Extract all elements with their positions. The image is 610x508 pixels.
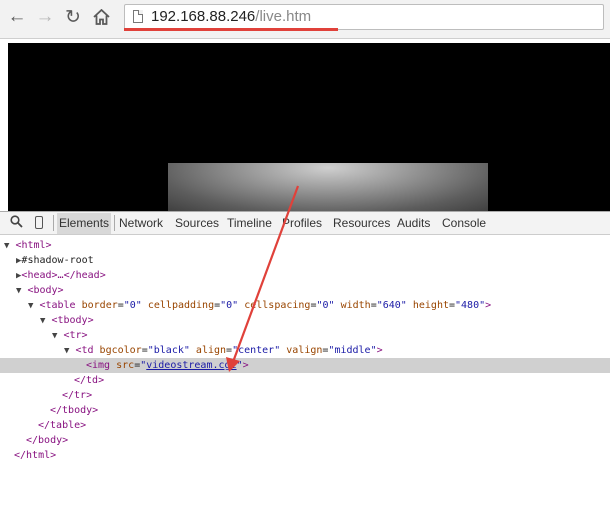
attr-value: "0" — [123, 300, 142, 311]
mobile-device-icon[interactable] — [35, 216, 43, 229]
collapsed-triangle-icon[interactable]: ▶ — [0, 256, 21, 266]
tab-separator — [114, 215, 115, 231]
tag-tbody-open: <tbody> — [51, 315, 94, 326]
dom-node-body-close[interactable]: </body> — [0, 433, 610, 448]
search-icon[interactable] — [10, 215, 23, 231]
dom-node-tr[interactable]: ▼ <tr> — [0, 328, 610, 343]
tag-img-open: <img — [86, 360, 111, 371]
dom-node-img-selected[interactable]: <img src="videostream.cgi"> — [0, 358, 610, 373]
tag-body-close: </body> — [26, 435, 69, 446]
tag-tr-open: <tr> — [63, 330, 88, 341]
attr-name: width — [340, 300, 371, 311]
home-icon[interactable] — [90, 6, 112, 28]
dom-node-body[interactable]: ▼ <body> — [0, 283, 610, 298]
dom-node-tr-close[interactable]: </tr> — [0, 388, 610, 403]
search-icon-glyph — [10, 215, 23, 228]
tag-html-open: <html> — [15, 240, 52, 251]
tag-tr-close: </tr> — [62, 390, 93, 401]
tab-sources[interactable]: Sources — [175, 216, 219, 230]
attr-value: "480" — [455, 300, 486, 311]
tag-table-open: <table — [39, 300, 76, 311]
reload-icon[interactable]: ↻ — [62, 6, 84, 28]
tab-profiles[interactable]: Profiles — [282, 216, 322, 230]
shadow-root-label: #shadow-root — [21, 255, 94, 266]
expanded-triangle-icon[interactable]: ▼ — [0, 331, 57, 341]
attr-name: height — [412, 300, 449, 311]
expanded-triangle-icon[interactable]: ▼ — [0, 241, 9, 251]
dom-node-tbody[interactable]: ▼ <tbody> — [0, 313, 610, 328]
img-src-link[interactable]: videostream.cgi — [146, 360, 236, 371]
attr-name: cellpadding — [147, 300, 215, 311]
attr-name: align — [195, 345, 227, 356]
url-path: /live.htm — [255, 8, 312, 25]
tab-audits[interactable]: Audits — [397, 216, 430, 230]
devtools-tab-bar: Elements Network Sources Timeline Profil… — [0, 211, 610, 235]
tag-head: <head>…</head> — [21, 270, 106, 281]
dom-node-html-close[interactable]: </html> — [0, 448, 610, 463]
home-icon-glyph — [92, 9, 110, 25]
arrow-left-icon[interactable]: ← — [6, 6, 28, 28]
attr-value: "0" — [220, 300, 239, 311]
tab-elements[interactable]: Elements — [57, 213, 112, 234]
dom-node-table-close[interactable]: </table> — [0, 418, 610, 433]
dom-node-html[interactable]: ▼ <html> — [0, 238, 610, 253]
dom-node-shadow-root[interactable]: ▶#shadow-root — [0, 253, 610, 268]
page-viewport — [8, 43, 610, 211]
attr-value: "center" — [232, 345, 281, 356]
tab-console[interactable]: Console — [442, 216, 486, 230]
dom-node-td[interactable]: ▼ <td bgcolor="black" align="center" val… — [0, 343, 610, 358]
tag-td-close: </td> — [74, 375, 105, 386]
tag-html-close: </html> — [14, 450, 57, 461]
tab-separator — [53, 215, 54, 231]
attr-value: "black" — [147, 345, 190, 356]
url-host: 192.168.88.246 — [151, 8, 256, 25]
tab-resources[interactable]: Resources — [333, 216, 390, 230]
tag-tbody-close: </tbody> — [50, 405, 99, 416]
attr-value: "middle" — [328, 345, 377, 356]
url-text[interactable]: 192.168.88.246/live.htm — [151, 8, 311, 25]
attr-value: "0" — [316, 300, 335, 311]
expanded-triangle-icon[interactable]: ▼ — [0, 286, 21, 296]
expanded-triangle-icon[interactable]: ▼ — [0, 316, 45, 326]
tab-timeline[interactable]: Timeline — [227, 216, 272, 230]
tag-body-open: <body> — [27, 285, 64, 296]
tag-td-open: <td — [75, 345, 94, 356]
tag-table-close: </table> — [38, 420, 87, 431]
attr-name: valign — [286, 345, 323, 356]
attr-name: border — [81, 300, 118, 311]
dom-node-head[interactable]: ▶<head>…</head> — [0, 268, 610, 283]
elements-dom-tree: ▼ <html> ▶#shadow-root ▶<head>…</head> ▼… — [0, 236, 610, 508]
collapsed-triangle-icon[interactable]: ▶ — [0, 271, 21, 281]
address-bar[interactable]: 192.168.88.246/live.htm — [124, 4, 604, 30]
video-stream-image — [168, 163, 488, 211]
arrow-right-icon[interactable]: → — [34, 6, 56, 28]
url-annotation-underline — [124, 28, 338, 31]
tab-network[interactable]: Network — [119, 216, 163, 230]
attr-name: cellspacing — [244, 300, 311, 311]
attr-name: src — [116, 360, 135, 371]
dom-node-td-close[interactable]: </td> — [0, 373, 610, 388]
attr-value: "640" — [376, 300, 407, 311]
page-icon — [133, 10, 143, 23]
expanded-triangle-icon[interactable]: ▼ — [0, 346, 69, 356]
browser-toolbar: ← → ↻ 192.168.88.246/live.htm — [0, 0, 610, 39]
attr-name: bgcolor — [99, 345, 142, 356]
expanded-triangle-icon[interactable]: ▼ — [0, 301, 33, 311]
dom-node-table[interactable]: ▼ <table border="0" cellpadding="0" cell… — [0, 298, 610, 313]
dom-node-tbody-close[interactable]: </tbody> — [0, 403, 610, 418]
